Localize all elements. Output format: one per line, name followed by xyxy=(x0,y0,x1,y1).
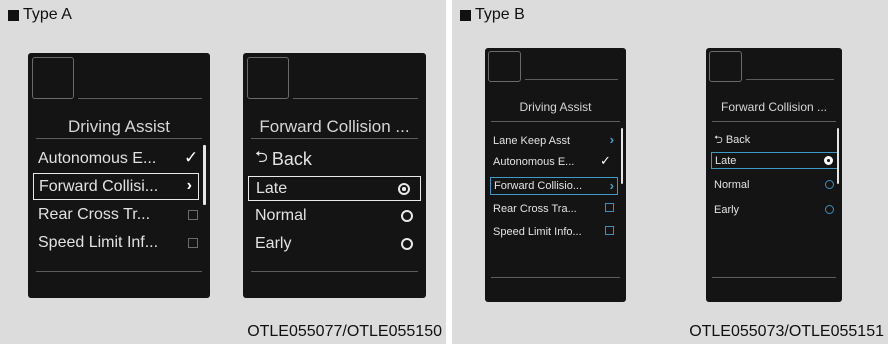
radio-unselected-icon[interactable] xyxy=(825,205,834,214)
checkbox-icon[interactable] xyxy=(188,210,198,220)
back-button-label: Back xyxy=(271,148,312,169)
divider xyxy=(251,138,418,139)
menu-item-label: Forward Collisi... xyxy=(39,177,159,195)
option-label: Early xyxy=(714,204,740,216)
chevron-right-icon: › xyxy=(609,178,614,193)
square-bullet-icon xyxy=(8,9,19,21)
checkbox-icon[interactable] xyxy=(605,203,614,212)
display-thumbnail xyxy=(247,57,289,99)
option-normal[interactable]: Normal xyxy=(714,177,834,193)
option-late[interactable]: Late xyxy=(711,152,839,169)
option-early[interactable]: Early xyxy=(714,202,834,218)
checkmark-icon[interactable]: ✓ xyxy=(600,154,616,170)
display-thumbnail xyxy=(32,57,74,99)
figure-code-a: OTLE055077/OTLE055150 xyxy=(247,323,442,340)
checkbox-icon[interactable] xyxy=(188,238,198,248)
menu-item-autonomous-emergency-braking[interactable]: Autonomous E... ✓ xyxy=(493,153,618,170)
divider xyxy=(491,121,620,122)
scrollbar[interactable] xyxy=(621,128,623,184)
menu-item-label: Rear Cross Tr... xyxy=(38,206,151,223)
menu-item-forward-collision[interactable]: Forward Collisio... › xyxy=(490,177,618,195)
type-b-panel: Type B Driving Assist Lane Keep Asst › A… xyxy=(452,0,888,344)
divider xyxy=(78,98,202,99)
menu-item-label: Speed Limit Inf... xyxy=(38,234,159,251)
type-a-submenu-screen: Forward Collision ... ⮌ Back Late Normal… xyxy=(243,53,426,298)
back-arrow-icon: ⮌ xyxy=(714,133,723,146)
divider xyxy=(525,79,618,80)
option-label: Early xyxy=(255,235,292,252)
type-a-panel: Type A Driving Assist Autonomous E... ✓ … xyxy=(0,0,446,344)
type-b-label: Type B xyxy=(460,6,525,24)
type-b-menu-screen: Driving Assist Lane Keep Asst › Autonomo… xyxy=(485,48,626,302)
type-a-menu-screen: Driving Assist Autonomous E... ✓ Forward… xyxy=(28,53,210,298)
menu-item-rear-cross-traffic[interactable]: Rear Cross Tra... xyxy=(493,200,618,217)
scrollbar[interactable] xyxy=(837,128,839,184)
radio-unselected-icon[interactable] xyxy=(401,210,413,222)
chevron-right-icon: › xyxy=(186,177,192,194)
menu-item-speed-limit-info[interactable]: Speed Limit Info... xyxy=(493,223,618,240)
type-b-submenu-screen: Forward Collision ... ⮌ Back Late Normal… xyxy=(706,48,842,302)
checkmark-icon[interactable]: ✓ xyxy=(184,149,200,166)
chevron-right-icon: › xyxy=(609,132,614,147)
divider xyxy=(36,138,202,139)
submenu-title: Forward Collision ... xyxy=(720,100,828,114)
menu-item-rear-cross-traffic[interactable]: Rear Cross Tr... xyxy=(38,203,202,227)
square-bullet-icon xyxy=(460,9,471,21)
type-a-label: Type A xyxy=(8,6,72,24)
option-label: Normal xyxy=(255,207,307,224)
radio-selected-icon[interactable] xyxy=(824,156,833,165)
back-button[interactable]: ⮌ Back xyxy=(714,132,834,148)
radio-unselected-icon[interactable] xyxy=(401,238,413,250)
menu-title: Driving Assist xyxy=(67,117,171,136)
figure-code-b: OTLE055073/OTLE055151 xyxy=(689,323,884,340)
menu-item-label: Forward Collisio... xyxy=(494,180,583,192)
menu-item-speed-limit-info[interactable]: Speed Limit Inf... xyxy=(38,231,202,255)
divider xyxy=(36,271,202,272)
option-label: Late xyxy=(715,154,737,167)
type-b-label-text: Type B xyxy=(475,6,525,23)
back-button[interactable]: ⮌ Back xyxy=(255,147,419,171)
option-label: Late xyxy=(256,179,288,197)
submenu-title: Forward Collision ... xyxy=(259,117,410,136)
back-button-label: Back xyxy=(725,134,751,146)
scrollbar[interactable] xyxy=(203,145,206,205)
divider xyxy=(293,98,418,99)
option-label: Normal xyxy=(714,179,750,191)
menu-item-label: Speed Limit Info... xyxy=(493,225,582,238)
menu-item-label: Rear Cross Tra... xyxy=(493,202,577,215)
option-normal[interactable]: Normal xyxy=(255,204,419,228)
menu-item-autonomous-emergency-braking[interactable]: Autonomous E... ✓ xyxy=(38,147,202,171)
display-thumbnail xyxy=(709,51,742,82)
menu-item-label: Autonomous E... xyxy=(38,150,157,167)
divider xyxy=(251,271,418,272)
menu-item-label: Lane Keep Asst xyxy=(493,134,571,147)
option-early[interactable]: Early xyxy=(255,232,419,256)
back-arrow-icon: ⮌ xyxy=(255,148,268,166)
divider xyxy=(491,277,620,278)
menu-title: Driving Assist xyxy=(519,100,592,114)
radio-unselected-icon[interactable] xyxy=(825,180,834,189)
divider xyxy=(712,121,836,122)
radio-selected-icon[interactable] xyxy=(398,183,410,195)
type-a-label-text: Type A xyxy=(23,6,72,23)
divider xyxy=(712,277,836,278)
display-thumbnail xyxy=(488,51,521,82)
menu-item-forward-collision[interactable]: Forward Collisi... › xyxy=(33,173,199,200)
option-late[interactable]: Late xyxy=(248,176,421,201)
divider xyxy=(746,79,834,80)
checkbox-icon[interactable] xyxy=(605,226,614,235)
menu-item-lane-keep-assist[interactable]: Lane Keep Asst › xyxy=(493,132,618,149)
